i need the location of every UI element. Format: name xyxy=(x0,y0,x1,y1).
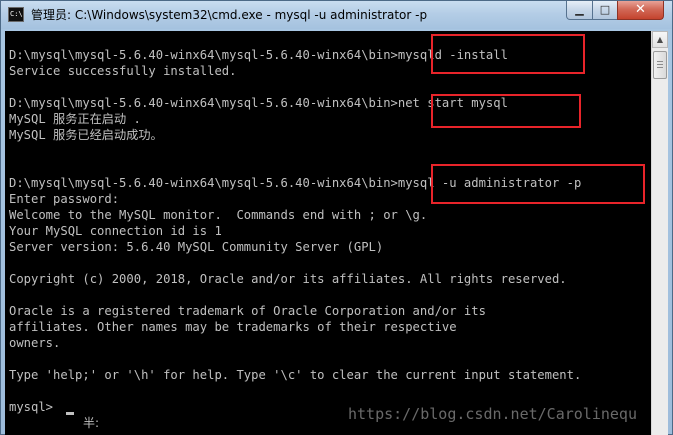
console-line: Copyright (c) 2000, 2018, Oracle and/or … xyxy=(9,272,567,286)
grip-line xyxy=(657,61,663,62)
ime-status-indicator: 半: xyxy=(83,416,100,430)
scroll-thumb[interactable] xyxy=(653,51,667,79)
console-line: Type 'help;' or '\h' for help. Type '\c'… xyxy=(9,368,582,382)
console-line: Welcome to the MySQL monitor. Commands e… xyxy=(9,208,428,222)
highlight-install-command xyxy=(431,34,585,74)
window-title: 管理员: C:\Windows\system32\cmd.exe - mysql… xyxy=(31,8,428,22)
console-line: Service successfully installed. xyxy=(9,64,237,78)
console-line: affiliates. Other names may be trademark… xyxy=(9,320,457,334)
console-line: Enter password: xyxy=(9,192,120,206)
console-line: Server version: 5.6.40 MySQL Community S… xyxy=(9,240,384,254)
grip-line xyxy=(657,67,663,68)
text-cursor xyxy=(66,412,74,415)
watermark-text: https://blog.csdn.net/Carolinequ xyxy=(348,405,637,423)
console-line: Oracle is a registered trademark of Orac… xyxy=(9,304,486,318)
mysql-prompt[interactable]: mysql> xyxy=(9,399,60,415)
scroll-up-icon[interactable]: ▲ xyxy=(652,31,668,48)
console-line: MySQL 服务正在启动 . xyxy=(9,112,141,126)
vertical-scrollbar[interactable]: ▲ xyxy=(651,31,668,435)
console-output[interactable]: D:\mysql\mysql-5.6.40-winx64\mysql-5.6.4… xyxy=(5,31,651,435)
minimize-button[interactable]: ▁ xyxy=(566,1,593,20)
console-line: owners. xyxy=(9,336,61,350)
maximize-button[interactable]: □ xyxy=(592,1,618,20)
console-line: MySQL 服务已经启动成功。 xyxy=(9,128,163,142)
title-bar[interactable]: C:\ 管理员: C:\Windows\system32\cmd.exe - m… xyxy=(1,1,672,29)
grip-line xyxy=(657,64,663,65)
cmd-window: C:\ 管理员: C:\Windows\system32\cmd.exe - m… xyxy=(0,0,673,435)
console-line: Your MySQL connection id is 1 xyxy=(9,224,222,238)
cmd-prompt-icon[interactable]: C:\ xyxy=(8,7,24,22)
highlight-mysql-login-command xyxy=(431,164,645,204)
highlight-net-start-command xyxy=(431,94,581,128)
close-button[interactable]: ✕ xyxy=(617,1,664,20)
